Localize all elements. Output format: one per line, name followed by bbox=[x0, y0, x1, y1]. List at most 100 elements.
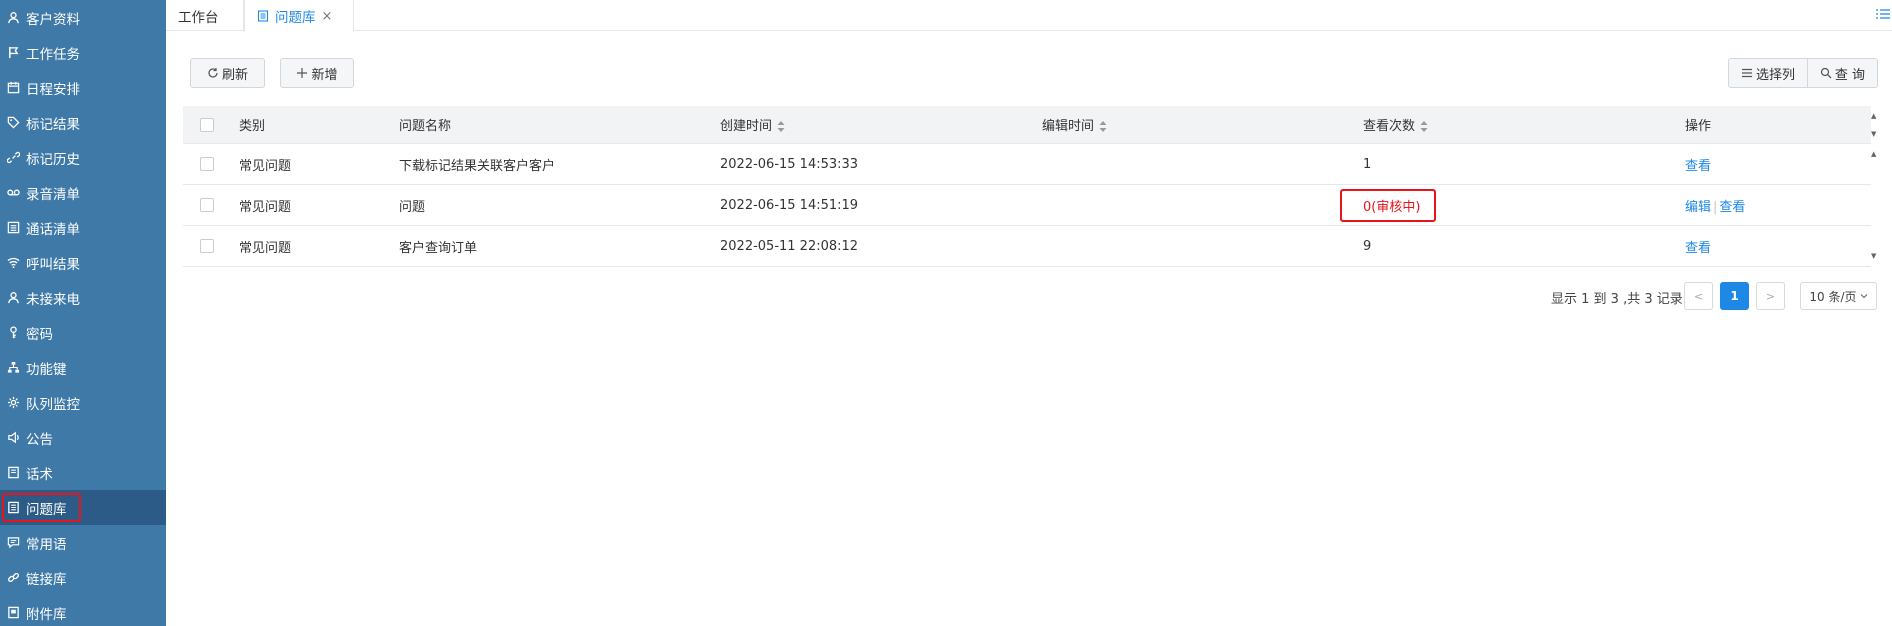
header-edited[interactable]: 编辑时间 bbox=[1042, 115, 1107, 134]
sidebar-item-question-bank[interactable]: 问题库 bbox=[0, 490, 166, 525]
sidebar-item-label: 问题库 bbox=[26, 501, 67, 518]
tab-workbench[interactable]: 工作台 bbox=[166, 0, 244, 31]
sidebar-item-missed-calls[interactable]: 未接来电 bbox=[0, 280, 166, 315]
sidebar-item-label: 录音清单 bbox=[26, 186, 80, 203]
scroll-up-icon[interactable]: ▲ bbox=[1871, 150, 1876, 158]
plus-icon bbox=[297, 68, 308, 78]
question-table: 类别 问题名称 创建时间 编辑时间 查看次数 操作 常见问题 下载标记结果关联客… bbox=[183, 106, 1871, 267]
sidebar-item-work-tasks[interactable]: 工作任务 bbox=[0, 35, 166, 70]
refresh-label: 刷新 bbox=[221, 67, 248, 83]
cell-created: 2022-06-15 14:53:33 bbox=[720, 156, 859, 172]
header-created-label: 创建时间 bbox=[720, 119, 773, 134]
table-header: 类别 问题名称 创建时间 编辑时间 查看次数 操作 bbox=[183, 106, 1871, 144]
sidebar: 客户资料 工作任务 日程安排 标记结果 标记历史 录音清单 通话清单 呼叫结果 … bbox=[0, 0, 166, 626]
sidebar-item-label: 密码 bbox=[26, 326, 53, 343]
user-icon bbox=[6, 11, 20, 25]
action-separator: | bbox=[1713, 199, 1718, 215]
chevron-down-icon bbox=[1860, 294, 1867, 299]
page-1-button[interactable]: 1 bbox=[1720, 282, 1749, 310]
next-page-button[interactable]: > bbox=[1756, 282, 1785, 310]
sidebar-item-common-phrases[interactable]: 常用语 bbox=[0, 525, 166, 560]
sort-icon bbox=[1099, 121, 1107, 132]
edit-link[interactable]: 编辑 bbox=[1685, 200, 1711, 215]
sidebar-item-label: 呼叫结果 bbox=[26, 256, 80, 273]
view-link[interactable]: 查看 bbox=[1685, 237, 1711, 256]
sidebar-item-label: 通话清单 bbox=[26, 221, 80, 238]
header-category: 类别 bbox=[239, 119, 266, 134]
query-button[interactable]: 查 询 bbox=[1807, 58, 1878, 88]
sidebar-item-function-keys[interactable]: 功能键 bbox=[0, 350, 166, 385]
user-icon bbox=[6, 291, 20, 305]
view-link[interactable]: 查看 bbox=[1719, 200, 1745, 215]
sidebar-item-label: 话术 bbox=[26, 466, 53, 483]
cell-category: 常见问题 bbox=[239, 240, 292, 256]
tag-icon bbox=[6, 116, 20, 130]
refresh-icon bbox=[208, 68, 218, 78]
table-scrollbar[interactable]: ▲ ▼ ▲ ▼ bbox=[1869, 106, 1881, 266]
sidebar-item-label: 日程安排 bbox=[26, 81, 80, 98]
close-icon[interactable]: × bbox=[322, 9, 333, 24]
query-label: 查 询 bbox=[1834, 67, 1866, 83]
tab-question-bank[interactable]: 问题库 × bbox=[244, 0, 354, 32]
sidebar-item-label: 附件库 bbox=[26, 606, 67, 623]
add-button[interactable]: 新增 bbox=[280, 58, 354, 88]
sidebar-item-scripts[interactable]: 话术 bbox=[0, 455, 166, 490]
calendar-icon bbox=[6, 81, 20, 95]
sidebar-item-queue-monitor[interactable]: 队列监控 bbox=[0, 385, 166, 420]
document-icon bbox=[257, 10, 269, 22]
sidebar-item-call-results[interactable]: 呼叫结果 bbox=[0, 245, 166, 280]
sidebar-item-announcements[interactable]: 公告 bbox=[0, 420, 166, 455]
row-checkbox[interactable] bbox=[200, 239, 214, 253]
select-columns-label: 选择列 bbox=[1755, 67, 1795, 83]
speaker-icon bbox=[6, 431, 20, 445]
sidebar-item-call-list[interactable]: 通话清单 bbox=[0, 210, 166, 245]
list-icon bbox=[6, 221, 20, 235]
refresh-button[interactable]: 刷新 bbox=[190, 58, 265, 88]
header-edited-label: 编辑时间 bbox=[1042, 119, 1095, 134]
tab-label: 工作台 bbox=[178, 9, 219, 26]
select-all-checkbox[interactable] bbox=[200, 117, 214, 132]
cell-created: 2022-05-11 22:08:12 bbox=[720, 238, 859, 254]
view-link[interactable]: 查看 bbox=[1685, 155, 1711, 174]
cell-name: 问题 bbox=[399, 199, 426, 215]
cell-name: 客户查询订单 bbox=[399, 240, 478, 256]
sidebar-item-password[interactable]: 密码 bbox=[0, 315, 166, 350]
sidebar-item-label: 工作任务 bbox=[26, 46, 80, 63]
row-checkbox[interactable] bbox=[200, 198, 214, 212]
gear-icon bbox=[6, 396, 20, 410]
scroll-up-icon[interactable]: ▲ bbox=[1871, 112, 1876, 120]
sidebar-item-schedule[interactable]: 日程安排 bbox=[0, 70, 166, 105]
sort-icon bbox=[1420, 121, 1428, 132]
cell-views: 1 bbox=[1363, 156, 1372, 172]
document-icon bbox=[6, 501, 20, 515]
tab-bar: 工作台 问题库 × bbox=[166, 0, 1892, 32]
row-checkbox[interactable] bbox=[200, 157, 214, 171]
select-columns-button[interactable]: 选择列 bbox=[1728, 58, 1808, 88]
voicemail-icon bbox=[6, 186, 20, 200]
cell-actions: 编辑 | 查看 bbox=[1685, 196, 1745, 215]
tab-label: 问题库 bbox=[275, 10, 316, 26]
cell-category: 常见问题 bbox=[239, 158, 292, 174]
header-actions: 操作 bbox=[1685, 119, 1712, 134]
sidebar-item-mark-history[interactable]: 标记历史 bbox=[0, 140, 166, 175]
sidebar-item-customer-info[interactable]: 客户资料 bbox=[0, 0, 166, 35]
sort-icon bbox=[777, 121, 785, 132]
chain-icon bbox=[6, 571, 20, 585]
page-size-select[interactable]: 10 条/页 bbox=[1800, 282, 1877, 310]
sidebar-item-mark-results[interactable]: 标记结果 bbox=[0, 105, 166, 140]
header-created[interactable]: 创建时间 bbox=[720, 115, 785, 134]
sidebar-item-attachments[interactable]: 附件库 bbox=[0, 595, 166, 626]
add-label: 新增 bbox=[311, 67, 338, 83]
sidebar-item-label: 标记结果 bbox=[26, 116, 80, 133]
menu-icon[interactable] bbox=[1876, 8, 1890, 20]
sidebar-item-link-library[interactable]: 链接库 bbox=[0, 560, 166, 595]
sidebar-item-label: 链接库 bbox=[26, 571, 67, 588]
link-icon bbox=[6, 151, 20, 165]
scroll-down-icon[interactable]: ▼ bbox=[1871, 252, 1876, 260]
prev-page-button[interactable]: < bbox=[1684, 282, 1713, 310]
sidebar-item-recordings[interactable]: 录音清单 bbox=[0, 175, 166, 210]
scroll-down-icon[interactable]: ▼ bbox=[1871, 130, 1876, 138]
header-views[interactable]: 查看次数 bbox=[1363, 115, 1428, 134]
table-row: 常见问题 客户查询订单 2022-05-11 22:08:12 9 查看 bbox=[183, 226, 1871, 267]
sidebar-item-label: 队列监控 bbox=[26, 396, 80, 413]
